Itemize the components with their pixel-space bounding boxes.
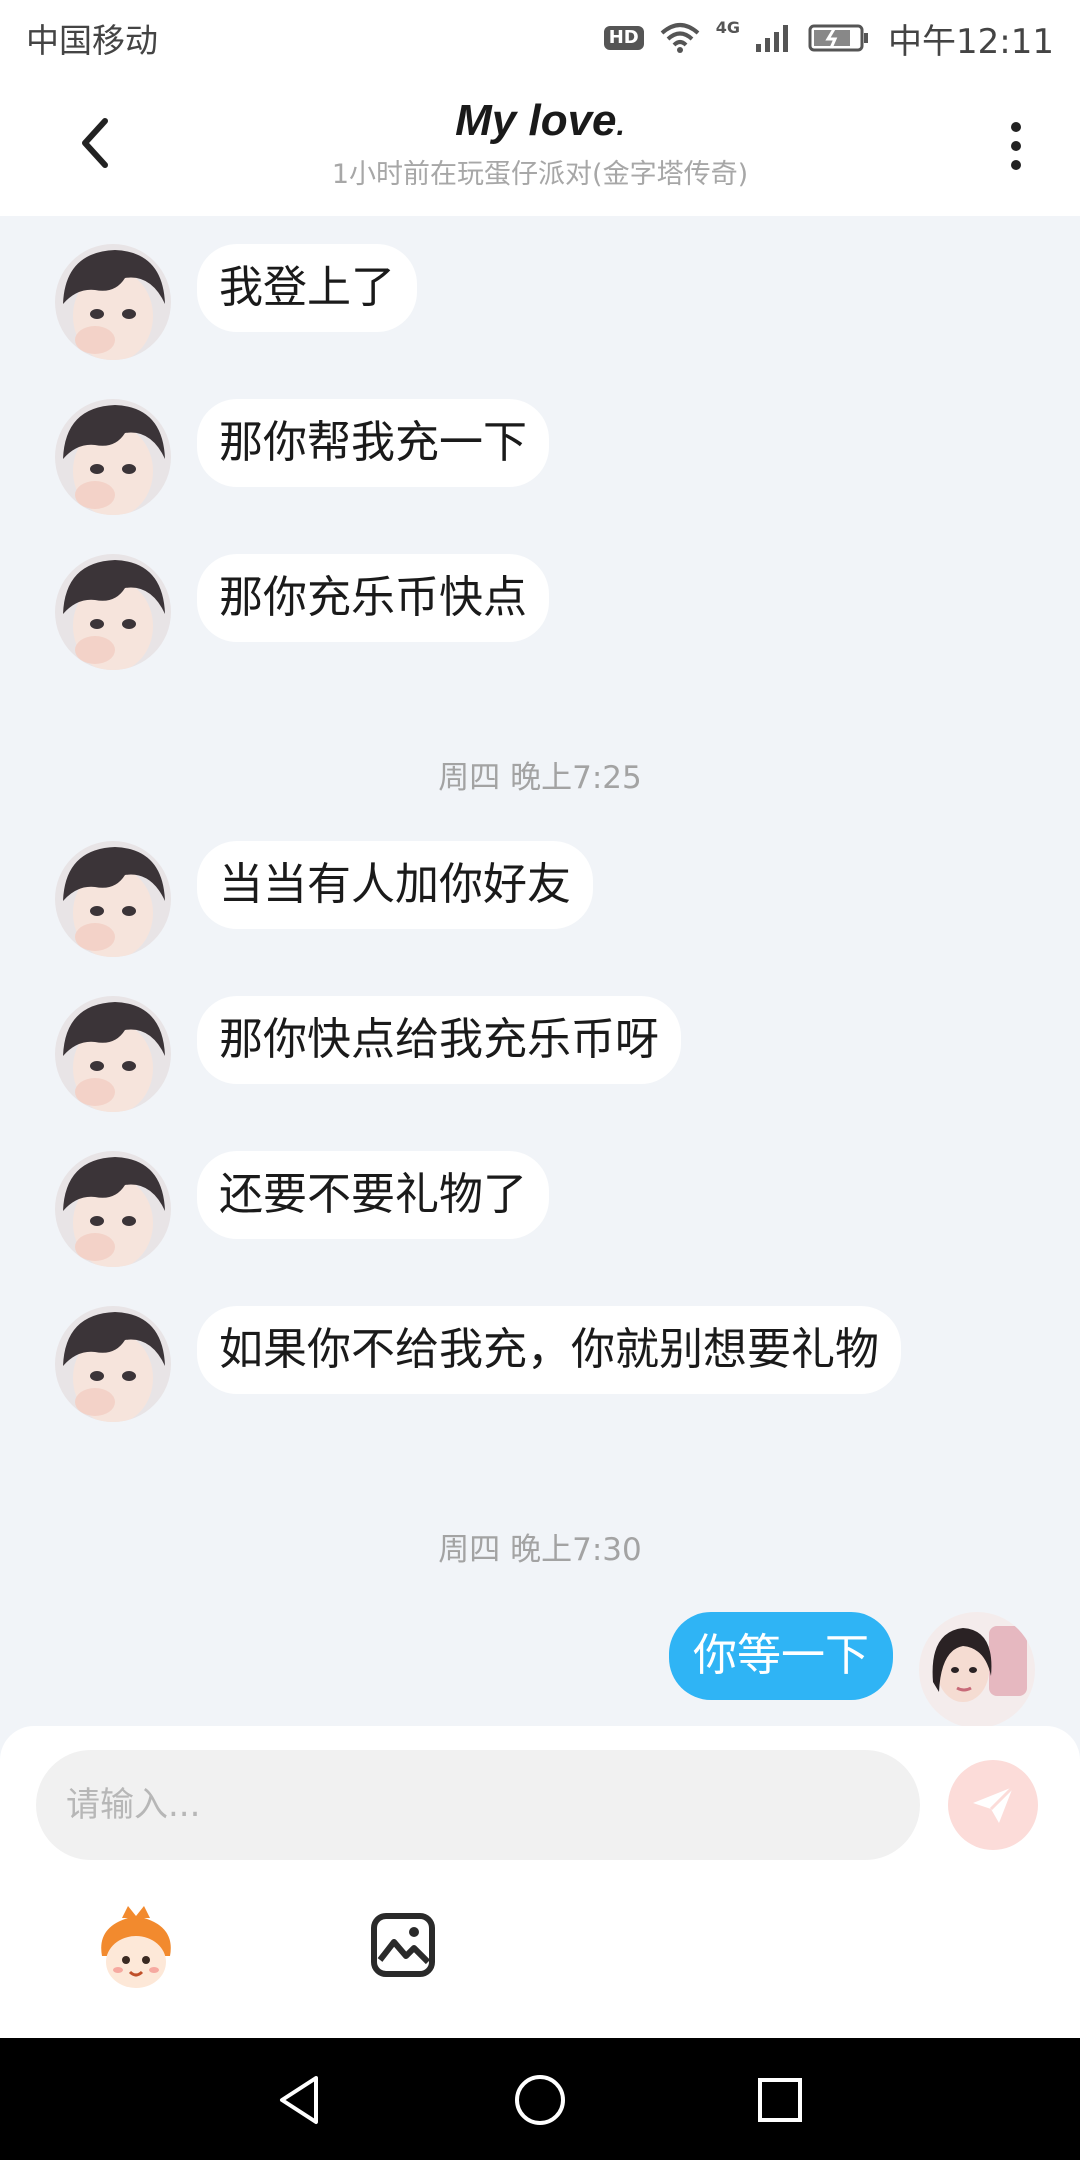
chat-header: My love. 1小时前在玩蛋仔派对(金字塔传奇) bbox=[0, 76, 1080, 216]
nav-home-button[interactable] bbox=[508, 2068, 572, 2132]
message-bubble[interactable]: 如果你不给我充，你就别想要礼物 bbox=[197, 1306, 901, 1394]
contact-avatar-image bbox=[55, 1306, 171, 1422]
title-block: My love. 1小时前在玩蛋仔派对(金字塔传奇) bbox=[200, 96, 880, 191]
back-arrow-icon bbox=[82, 118, 108, 168]
composer bbox=[0, 1726, 1080, 2038]
message-input[interactable] bbox=[36, 1750, 920, 1860]
message-bubble[interactable]: 当当有人加你好友 bbox=[197, 841, 593, 929]
contact-avatar[interactable] bbox=[55, 244, 171, 360]
contact-avatar[interactable] bbox=[55, 1306, 171, 1422]
chat-title-text: My love bbox=[455, 96, 617, 145]
status-bar: 中国移动 HD 4G 中午12:11 bbox=[0, 0, 1080, 76]
more-options-button[interactable] bbox=[996, 108, 1036, 184]
message-bubble[interactable]: 那你充乐币快点 bbox=[197, 554, 549, 642]
send-icon bbox=[973, 1785, 1015, 1823]
message-row: 那你帮我充一下 bbox=[55, 399, 549, 515]
nav-recents-button[interactable] bbox=[748, 2068, 812, 2132]
hd-badge: HD bbox=[603, 26, 644, 50]
network-type: 4G bbox=[715, 17, 741, 37]
contact-avatar-image bbox=[55, 244, 171, 360]
contact-avatar[interactable] bbox=[55, 841, 171, 957]
message-bubble[interactable]: 那你帮我充一下 bbox=[197, 399, 549, 487]
image-icon bbox=[371, 1913, 435, 1977]
more-vertical-icon bbox=[1011, 122, 1021, 132]
message-row-self: 你等一下 bbox=[669, 1612, 1035, 1726]
message-list[interactable]: 我登上了 那你帮我充一下 那你充乐币快点 周四 晚上7:25 当当有人加你好友 … bbox=[0, 216, 1080, 1726]
carrier-name: 中国移动 bbox=[26, 21, 158, 60]
message-bubble-self[interactable]: 你等一下 bbox=[669, 1612, 893, 1700]
system-nav-bar bbox=[0, 2038, 1080, 2160]
message-row: 还要不要礼物了 bbox=[55, 1151, 549, 1267]
chat-title: My love. bbox=[200, 96, 880, 146]
contact-avatar-image bbox=[55, 554, 171, 670]
contact-avatar[interactable] bbox=[55, 554, 171, 670]
status-time: 中午12:11 bbox=[888, 21, 1054, 62]
contact-avatar[interactable] bbox=[55, 1151, 171, 1267]
status-icons: HD 4G 中午12:11 bbox=[603, 14, 1054, 63]
nav-home-icon bbox=[515, 2075, 565, 2125]
image-button[interactable] bbox=[370, 1912, 436, 1978]
timestamp-divider: 周四 晚上7:30 bbox=[438, 1532, 642, 1568]
user-avatar-image bbox=[919, 1612, 1035, 1726]
timestamp-divider: 周四 晚上7:25 bbox=[438, 760, 642, 796]
nav-back-button[interactable] bbox=[268, 2068, 332, 2132]
message-bubble[interactable]: 还要不要礼物了 bbox=[197, 1151, 549, 1239]
wifi-icon bbox=[660, 23, 700, 53]
mascot-icon bbox=[101, 1906, 171, 1988]
back-button[interactable] bbox=[60, 108, 130, 178]
send-button[interactable] bbox=[948, 1760, 1038, 1850]
message-bubble[interactable]: 那你快点给我充乐币呀 bbox=[197, 996, 681, 1084]
battery-icon bbox=[808, 24, 869, 52]
chat-title-dot: . bbox=[616, 109, 625, 142]
nav-back-icon bbox=[280, 2076, 318, 2124]
contact-avatar-image bbox=[55, 399, 171, 515]
mascot-button[interactable] bbox=[92, 1904, 180, 1992]
message-row: 如果你不给我充，你就别想要礼物 bbox=[55, 1306, 901, 1422]
nav-recents-icon bbox=[758, 2078, 802, 2122]
chat-subtitle: 1小时前在玩蛋仔派对(金字塔传奇) bbox=[331, 159, 749, 190]
contact-avatar-image bbox=[55, 1151, 171, 1267]
user-avatar[interactable] bbox=[919, 1612, 1035, 1726]
message-row: 当当有人加你好友 bbox=[55, 841, 593, 957]
contact-avatar-image bbox=[55, 996, 171, 1112]
message-row: 那你充乐币快点 bbox=[55, 554, 549, 670]
message-row: 我登上了 bbox=[55, 244, 417, 360]
contact-avatar[interactable] bbox=[55, 996, 171, 1112]
chat-screen: 中国移动 HD 4G 中午12:11 My love. 1小时前在玩蛋仔派对(金… bbox=[0, 0, 1080, 2160]
contact-avatar[interactable] bbox=[55, 399, 171, 515]
contact-avatar-image bbox=[55, 841, 171, 957]
message-row: 那你快点给我充乐币呀 bbox=[55, 996, 681, 1112]
message-bubble[interactable]: 我登上了 bbox=[197, 244, 417, 332]
signal-icon bbox=[756, 25, 789, 52]
